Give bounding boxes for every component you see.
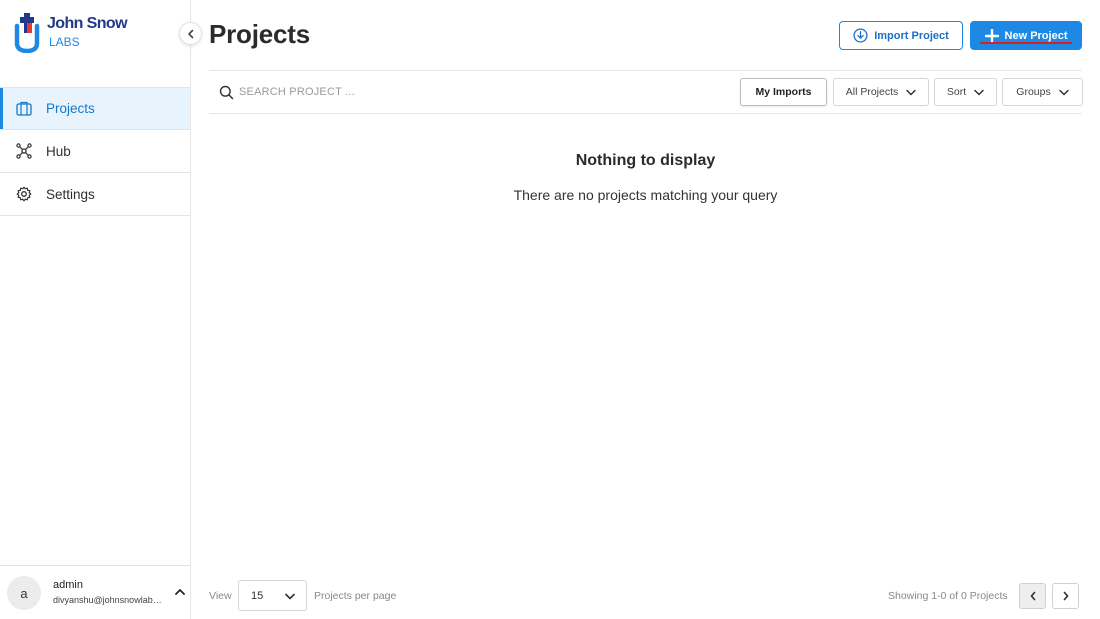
chevron-up-icon[interactable] — [174, 586, 186, 598]
plus-icon — [984, 28, 999, 43]
gear-icon — [15, 185, 33, 203]
sidebar-item-hub[interactable]: Hub — [0, 130, 190, 173]
john-snow-labs-logo[interactable]: John Snow LABS — [14, 13, 134, 53]
avatar[interactable]: a — [7, 576, 41, 610]
page-title: Projects — [209, 19, 311, 49]
chevron-right-icon — [1063, 591, 1068, 601]
hub-icon — [15, 142, 33, 160]
logo-text-john-snow: John Snow — [47, 15, 128, 32]
logo-mark-icon — [14, 13, 40, 53]
all-projects-label: All Projects — [845, 86, 899, 98]
prev-page-button[interactable] — [1019, 583, 1046, 609]
chevron-left-icon — [187, 29, 193, 38]
projects-icon — [15, 100, 33, 118]
collapse-sidebar-button[interactable] — [179, 22, 202, 45]
empty-state-title: Nothing to display — [575, 152, 716, 169]
new-project-button[interactable]: New Project — [970, 21, 1082, 50]
download-circle-icon — [853, 28, 868, 43]
logo-text-labs: LABS — [49, 35, 80, 49]
sidebar-nav: Projects Hub Settings — [0, 87, 190, 216]
chevron-down-icon — [285, 591, 295, 603]
chevron-down-icon — [906, 89, 916, 96]
per-page-value: 15 — [251, 589, 264, 602]
import-project-button[interactable]: Import Project — [839, 21, 963, 50]
per-page-select[interactable]: 15 — [238, 580, 307, 611]
chevron-down-icon — [1058, 89, 1069, 96]
my-imports-button[interactable]: My Imports — [740, 78, 827, 106]
chevron-left-icon — [1030, 591, 1035, 601]
sidebar: John Snow LABS Projects Hub Settings a a… — [0, 0, 191, 619]
pagination-summary: Showing 1-0 of 0 Projects — [888, 590, 1008, 602]
user-email: divyanshu@johnsnowlabs.com — [53, 595, 163, 605]
next-page-button[interactable] — [1052, 583, 1079, 609]
sidebar-item-settings[interactable]: Settings — [0, 173, 190, 216]
empty-state-text: There are no projects matching your quer… — [513, 187, 778, 203]
user-menu[interactable]: a admin divyanshu@johnsnowlabs.com — [0, 565, 190, 619]
new-project-label: New Project — [1004, 29, 1068, 42]
sidebar-item-label: Hub — [46, 143, 71, 159]
sidebar-item-label: Projects — [46, 101, 95, 116]
sidebar-item-label: Settings — [46, 186, 95, 202]
chevron-down-icon — [974, 89, 984, 96]
user-name: admin — [53, 579, 83, 591]
my-imports-label: My Imports — [755, 86, 812, 98]
groups-dropdown[interactable]: Groups — [1002, 78, 1083, 106]
sidebar-item-projects[interactable]: Projects — [0, 87, 190, 130]
search-icon — [219, 85, 234, 100]
sort-dropdown[interactable]: Sort — [934, 78, 997, 106]
sort-label: Sort — [946, 86, 967, 98]
search-input[interactable] — [239, 82, 539, 102]
projects-toolbar: My Imports All Projects Sort Groups — [209, 70, 1083, 114]
highlight-underline — [980, 42, 1072, 44]
groups-label: Groups — [1016, 86, 1051, 98]
all-projects-dropdown[interactable]: All Projects — [833, 78, 929, 106]
import-project-label: Import Project — [874, 29, 949, 42]
per-page-label: Projects per page — [314, 590, 397, 602]
view-label: View — [209, 590, 232, 602]
